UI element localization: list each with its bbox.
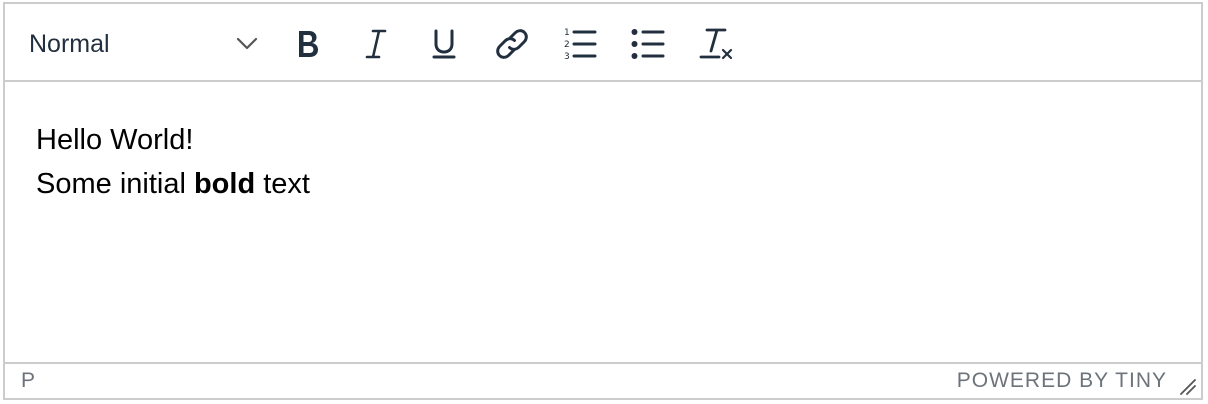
content-line-2: Some initial bold text [36, 162, 1201, 206]
editor-content-area[interactable]: Hello World! Some initial bold text [5, 82, 1201, 364]
chevron-down-icon [235, 32, 259, 56]
clear-formatting-button[interactable] [690, 20, 742, 68]
svg-text:1: 1 [564, 28, 570, 38]
italic-icon [362, 27, 390, 61]
numbered-list-icon: 1 2 3 [562, 26, 598, 62]
link-button[interactable] [486, 20, 538, 68]
block-format-dropdown[interactable]: Normal [17, 20, 267, 68]
underline-icon [430, 27, 458, 61]
content-line-1: Hello World! [36, 124, 194, 156]
block-format-label: Normal [29, 30, 110, 58]
powered-by-link[interactable]: POWERED BY TINY [957, 364, 1167, 398]
toolbar: Normal 1 2 3 [5, 4, 1201, 82]
bold-icon [294, 27, 322, 61]
underline-button[interactable] [418, 20, 470, 68]
bullet-list-icon [630, 26, 666, 62]
resize-handle-icon[interactable] [1179, 378, 1197, 396]
rich-text-editor: Normal 1 2 3 Hello World! Some initial b… [3, 2, 1203, 400]
italic-button[interactable] [350, 20, 402, 68]
svg-text:3: 3 [564, 52, 570, 62]
bullet-list-button[interactable] [622, 20, 674, 68]
clear-formatting-icon [698, 26, 734, 62]
numbered-list-button[interactable]: 1 2 3 [554, 20, 606, 68]
element-path[interactable]: P [21, 364, 35, 398]
status-bar: P POWERED BY TINY [5, 362, 1201, 398]
svg-text:2: 2 [564, 40, 570, 50]
content-text: Some initial [36, 168, 194, 200]
bold-text: bold [193, 168, 256, 200]
bold-button[interactable] [282, 20, 334, 68]
content-text: text [255, 168, 310, 200]
link-icon [492, 24, 532, 64]
